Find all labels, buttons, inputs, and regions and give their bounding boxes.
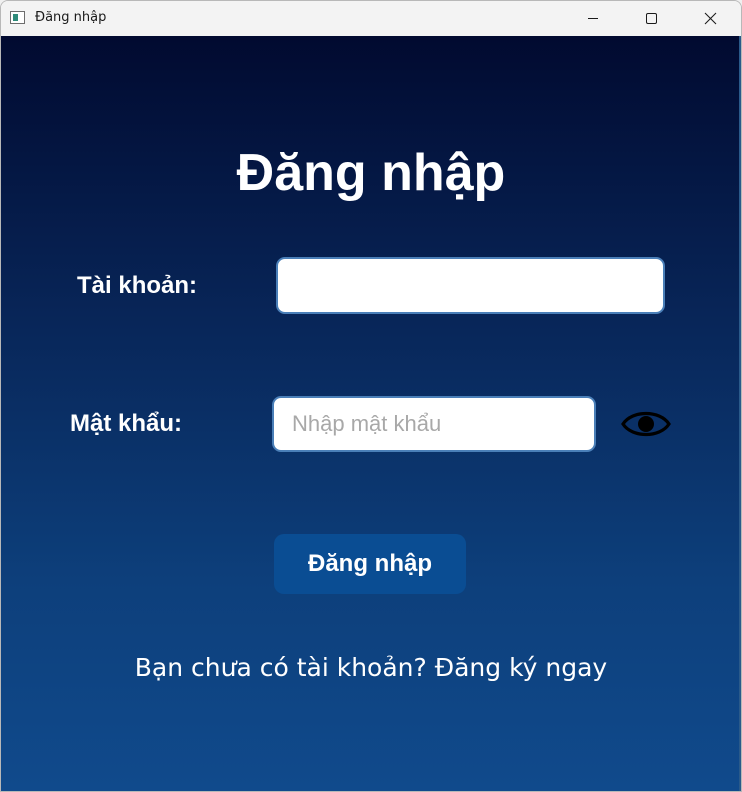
login-window: Đăng nhập Đăng nhập Tài khoản: Mật khẩu: — [0, 0, 742, 792]
minimize-button[interactable] — [564, 1, 622, 36]
window-title: Đăng nhập — [35, 10, 107, 25]
minimize-icon — [588, 18, 598, 19]
login-panel: Đăng nhập Tài khoản: Mật khẩu: Đăng nhập… — [1, 36, 741, 791]
maximize-button[interactable] — [622, 1, 680, 36]
password-label: Mật khẩu: — [70, 410, 183, 437]
page-title: Đăng nhập — [236, 144, 506, 202]
app-window-icon — [10, 11, 25, 24]
password-field[interactable] — [272, 396, 596, 452]
login-button[interactable]: Đăng nhập — [274, 534, 466, 594]
register-link[interactable]: Bạn chưa có tài khoản? Đăng ký ngay — [1, 652, 741, 684]
eye-icon — [621, 411, 671, 437]
close-button[interactable] — [681, 1, 739, 36]
toggle-password-visibility-button[interactable] — [621, 407, 671, 441]
maximize-icon — [646, 13, 657, 24]
close-icon — [704, 12, 717, 25]
title-bar[interactable]: Đăng nhập — [1, 1, 741, 36]
window-border — [739, 36, 741, 791]
username-field[interactable] — [276, 257, 665, 314]
username-label: Tài khoản: — [77, 272, 198, 299]
